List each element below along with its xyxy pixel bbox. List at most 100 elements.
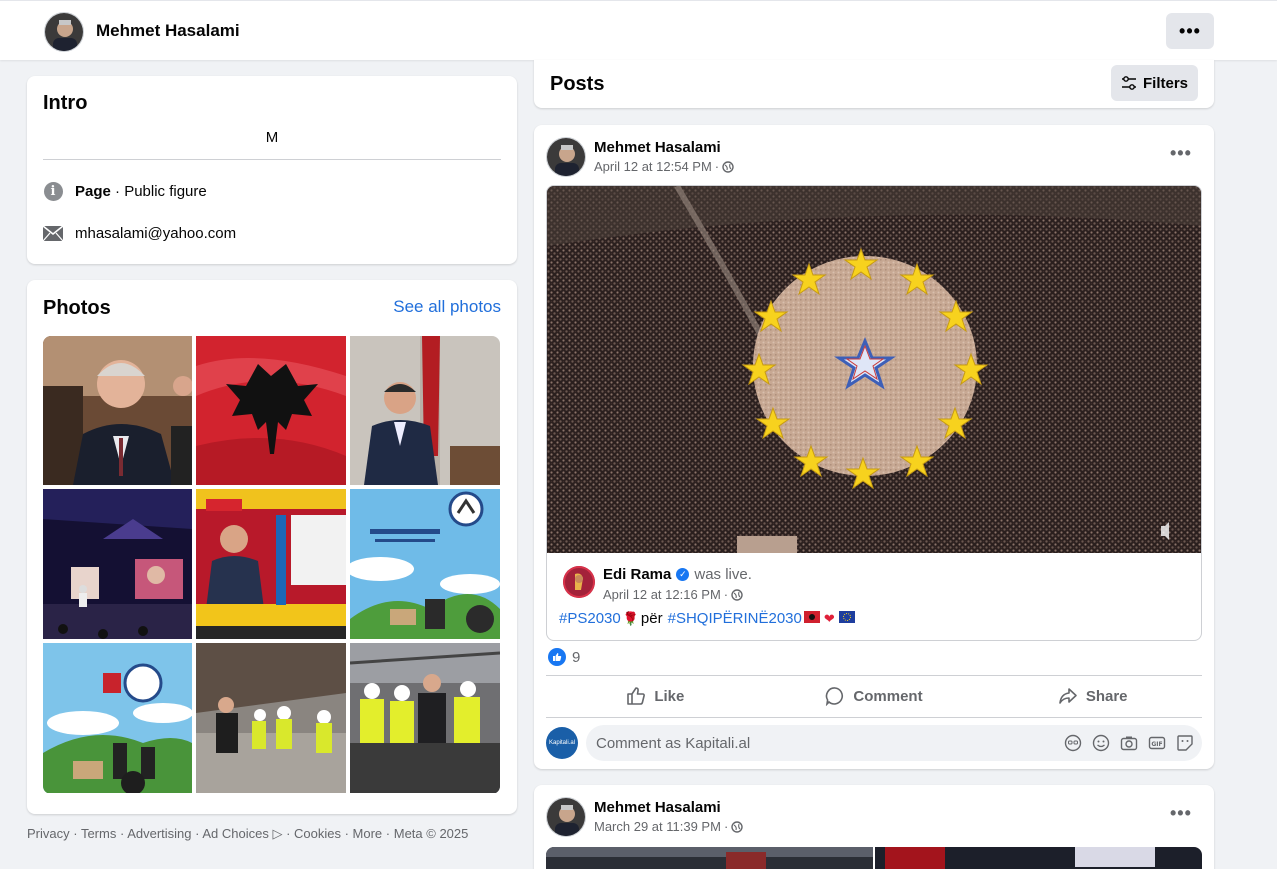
heart-icon: ❤ xyxy=(823,610,835,626)
shared-meta: April 12 at 12:16 PM · xyxy=(603,587,743,602)
hashtag-link[interactable]: #PS2030 xyxy=(559,610,621,627)
photos-title: Photos xyxy=(43,297,111,319)
caption-text: për xyxy=(640,610,663,627)
email-link[interactable]: mhasalami@yahoo.com xyxy=(75,225,236,242)
photos-card: Photos See all photos xyxy=(27,280,517,814)
photo-thumbnail[interactable] xyxy=(196,643,346,793)
intro-category-row: i Page · Public figure xyxy=(43,181,207,201)
intro-card: Intro M i Page · Public figure mhasalami… xyxy=(27,76,517,264)
rose-icon: 🌹 xyxy=(622,610,639,626)
comment-placeholder: Comment as Kapitali.al xyxy=(596,735,751,752)
post-card: Mehmet Hasalami April 12 at 12:54 PM · •… xyxy=(534,125,1214,769)
share-icon xyxy=(1059,688,1077,704)
photo-thumbnail[interactable] xyxy=(350,489,500,639)
photo-thumbnail[interactable] xyxy=(350,336,500,485)
post-options-icon[interactable]: ••• xyxy=(1170,143,1192,164)
profile-name[interactable]: Mehmet Hasalami xyxy=(96,21,240,41)
post-author-avatar[interactable] xyxy=(546,137,586,177)
shared-live-video[interactable]: Edi Rama ✓ was live. April 12 at 12:16 P… xyxy=(546,185,1202,641)
posts-title: Posts xyxy=(550,73,605,95)
video-thumbnail[interactable] xyxy=(547,186,1201,553)
photo-thumbnail[interactable] xyxy=(196,336,346,485)
gif-icon[interactable]: GIF xyxy=(1148,734,1166,752)
like-reaction-icon xyxy=(548,648,566,666)
shared-timestamp[interactable]: April 12 at 12:16 PM xyxy=(603,587,721,602)
shared-author-line: Edi Rama ✓ was live. xyxy=(603,566,752,583)
photo-thumbnail[interactable] xyxy=(350,643,500,793)
envelope-icon xyxy=(43,223,63,243)
ad-choices-icon: ▷ xyxy=(272,826,283,841)
cookies-link[interactable]: Cookies xyxy=(294,826,341,841)
terms-link[interactable]: Terms xyxy=(81,826,116,841)
reactions-summary[interactable]: 9 xyxy=(548,648,580,666)
comment-icon xyxy=(826,687,844,706)
divider xyxy=(546,675,1202,676)
filters-button[interactable]: Filters xyxy=(1111,65,1198,101)
post-author-avatar[interactable] xyxy=(546,797,586,837)
advertising-link[interactable]: Advertising xyxy=(127,826,191,841)
post-meta: April 12 at 12:54 PM · xyxy=(594,159,734,174)
photo-thumbnail[interactable] xyxy=(43,336,192,485)
photo-thumbnail[interactable] xyxy=(196,489,346,639)
shared-status: was live. xyxy=(694,566,752,583)
footer-links: Privacy · Terms · Advertising · Ad Choic… xyxy=(27,826,469,841)
shared-author-name[interactable]: Edi Rama xyxy=(603,566,671,583)
camera-icon[interactable] xyxy=(1120,734,1138,752)
profile-header-bar: Mehmet Hasalami ••• xyxy=(0,0,1277,60)
privacy-link[interactable]: Privacy xyxy=(27,826,70,841)
more-options-button[interactable]: ••• xyxy=(1166,13,1214,49)
shared-author-avatar[interactable] xyxy=(563,566,595,598)
globe-icon xyxy=(731,820,743,833)
photo-thumbnail[interactable] xyxy=(43,643,192,793)
comment-input[interactable]: Comment as Kapitali.al GIF xyxy=(586,725,1202,761)
photo-thumbnail[interactable] xyxy=(43,489,192,639)
like-button[interactable]: Like xyxy=(546,678,765,714)
intro-bio: M xyxy=(265,129,279,146)
share-label: Share xyxy=(1085,687,1128,705)
photo-grid xyxy=(43,336,500,794)
globe-icon xyxy=(722,160,734,173)
intro-email-row: mhasalami@yahoo.com xyxy=(43,223,236,243)
reaction-count: 9 xyxy=(572,648,581,666)
eu-flag-icon xyxy=(838,611,855,626)
post-media[interactable] xyxy=(546,847,1202,869)
ad-choices-link[interactable]: Ad Choices xyxy=(202,826,268,841)
svg-text:GIF: GIF xyxy=(1151,741,1162,748)
post-card: Mehmet Hasalami March 29 at 11:39 PM · •… xyxy=(534,785,1214,869)
posts-header-card: Posts Filters xyxy=(534,60,1214,108)
like-icon xyxy=(627,687,646,705)
post-meta: March 29 at 11:39 PM · xyxy=(594,819,743,834)
filters-label: Filters xyxy=(1142,74,1188,92)
commenter-avatar[interactable]: Kapitali.al xyxy=(546,727,578,759)
profile-avatar[interactable] xyxy=(44,12,84,52)
post-options-icon[interactable]: ••• xyxy=(1170,803,1192,824)
comment-button[interactable]: Comment xyxy=(765,678,984,714)
info-icon: i xyxy=(43,181,63,201)
verified-badge-icon: ✓ xyxy=(676,568,690,581)
comment-label: Comment xyxy=(853,687,923,705)
post-author-name[interactable]: Mehmet Hasalami xyxy=(594,139,721,156)
like-label: Like xyxy=(654,687,685,705)
intro-title: Intro xyxy=(43,92,88,114)
filters-icon xyxy=(1121,76,1136,90)
shared-caption: #PS2030 🌹 për #SHQIPËRINË2030 ❤ xyxy=(559,610,857,627)
more-link[interactable]: More xyxy=(353,826,383,841)
post-timestamp[interactable]: April 12 at 12:54 PM xyxy=(594,159,712,174)
globe-icon xyxy=(731,588,743,601)
hashtag-link[interactable]: #SHQIPËRINË2030 xyxy=(668,610,802,627)
category-label: Page xyxy=(75,182,111,200)
divider xyxy=(546,717,1202,718)
post-author-name[interactable]: Mehmet Hasalami xyxy=(594,799,721,816)
post-actions: Like Comment Share xyxy=(546,678,1202,714)
avatar-sticker-icon[interactable] xyxy=(1064,734,1082,752)
share-button[interactable]: Share xyxy=(983,678,1202,714)
sticker-icon[interactable] xyxy=(1176,734,1194,752)
see-all-photos-link[interactable]: See all photos xyxy=(393,297,501,317)
intro-divider xyxy=(43,159,501,160)
category-value: · Public figure xyxy=(110,182,207,200)
albania-flag-icon xyxy=(803,611,820,626)
emoji-icon[interactable] xyxy=(1092,734,1110,752)
comment-tools: GIF xyxy=(1064,734,1194,752)
post-timestamp[interactable]: March 29 at 11:39 PM xyxy=(594,819,721,834)
meta-copyright: Meta © 2025 xyxy=(393,826,469,841)
